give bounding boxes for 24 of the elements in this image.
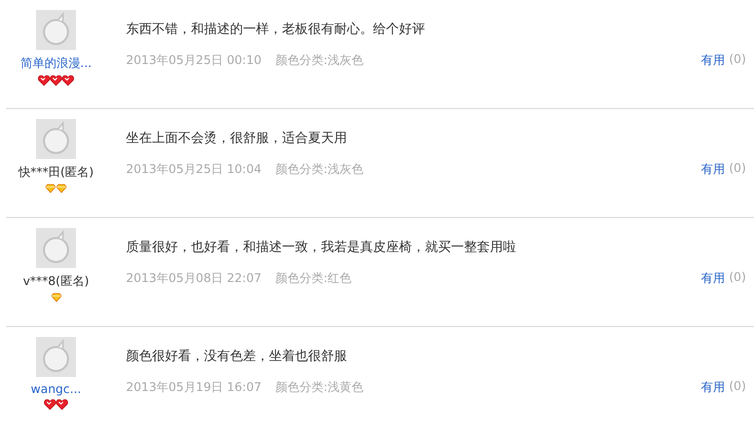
variant-label: 颜色分类:浅黄色 [275,379,365,396]
user-name[interactable]: wangc... [30,382,82,396]
review-text: 东西不错，和描述的一样，老板很有耐心。给个好评 [126,21,426,38]
review-date: 2013年05月25日 00:10 [126,52,262,69]
variant-label: 颜色分类:浅灰色 [275,161,365,178]
review-text: 质量很好，也好看，和描述一致，我若是真皮座椅，就买一整套用啦 [126,239,517,256]
variant-label: 颜色分类:红色 [275,270,353,287]
review-date: 2013年05月19日 16:07 [126,379,262,396]
review-text: 颜色很好看，没有色差，坐着也很舒服 [126,348,348,365]
helpful-count: (0) [729,52,746,68]
review-date: 2013年05月25日 10:04 [126,161,262,178]
helpful-link[interactable]: 有用 [701,161,725,178]
helpful-link[interactable]: 有用 [701,379,725,396]
variant-label: 颜色分类:浅灰色 [275,52,365,69]
helpful-count: (0) [729,161,746,177]
helpful-count: (0) [729,379,746,395]
user-name: v***8(匿名) [22,273,90,290]
review-date: 2013年05月08日 22:07 [126,270,262,287]
helpful-count: (0) [729,270,746,286]
user-name: 快***田(匿名) [18,164,94,181]
user-name[interactable]: 简单的浪漫... [20,55,92,72]
helpful-link[interactable]: 有用 [701,270,725,287]
review-text: 坐在上面不会烫，很舒服，适合夏天用 [126,130,348,147]
helpful-link[interactable]: 有用 [701,52,725,69]
